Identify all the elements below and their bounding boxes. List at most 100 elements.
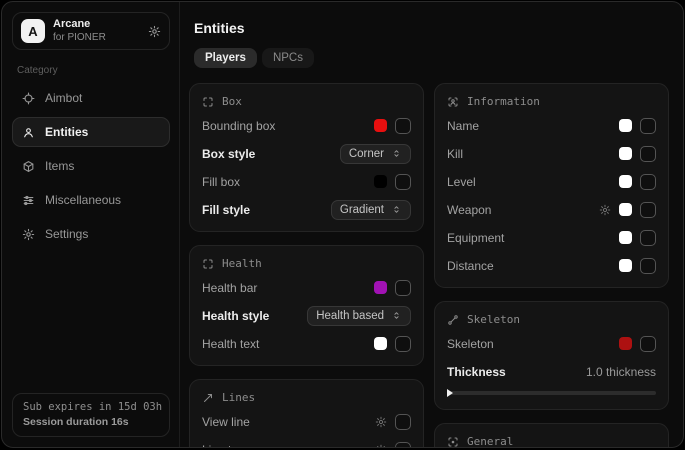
row-label: Line to enemy — [202, 443, 277, 449]
session-duration-text: Session duration 16s — [23, 416, 159, 428]
card-general: GeneralVisibility checkMax distance500m — [434, 423, 669, 448]
row-label: Fill style — [202, 203, 250, 217]
app-logo: A — [21, 19, 45, 43]
sidebar-item-label: Miscellaneous — [45, 193, 121, 207]
brand-card: A Arcane for PIONER — [12, 12, 170, 50]
sliders-icon — [22, 194, 35, 207]
row-level: Level — [447, 171, 656, 192]
card-lines: Lines View line Line to enemy — [189, 379, 424, 448]
color-swatch[interactable] — [374, 281, 387, 294]
card-title: General — [467, 435, 513, 448]
checkbox[interactable] — [395, 414, 411, 430]
card-header: Skeleton — [447, 313, 656, 326]
color-swatch[interactable] — [619, 175, 632, 188]
dropdown-value: Corner — [349, 148, 384, 160]
dropdown-value: Health based — [316, 310, 384, 322]
sidebar-item-settings[interactable]: Settings — [12, 219, 170, 249]
checkbox[interactable] — [640, 174, 656, 190]
entity-icon — [22, 126, 35, 139]
checkbox[interactable] — [640, 118, 656, 134]
checkbox[interactable] — [640, 146, 656, 162]
sidebar-item-label: Items — [45, 159, 74, 173]
row-kill: Kill — [447, 143, 656, 164]
row-label: Equipment — [447, 231, 504, 245]
sidebar-item-items[interactable]: Items — [12, 151, 170, 181]
row-label: Thickness — [447, 365, 506, 379]
checkbox[interactable] — [395, 118, 411, 134]
gear-icon[interactable] — [375, 416, 387, 428]
card-title: Skeleton — [467, 313, 520, 326]
card-header: General — [447, 435, 656, 448]
color-swatch[interactable] — [374, 337, 387, 350]
row-label: Distance — [447, 259, 494, 273]
row-view-line: View line — [202, 411, 411, 432]
row-distance: Distance — [447, 255, 656, 276]
checkbox[interactable] — [640, 336, 656, 352]
checkbox[interactable] — [640, 202, 656, 218]
dropdown-fill-style[interactable]: Gradient — [331, 200, 411, 220]
color-swatch[interactable] — [619, 259, 632, 272]
dropdown-health-style[interactable]: Health based — [307, 306, 411, 326]
color-swatch[interactable] — [619, 147, 632, 160]
sidebar: A Arcane for PIONER Category Aimbot Entit… — [2, 2, 180, 447]
sidebar-item-label: Entities — [45, 125, 88, 139]
sidebar-item-aimbot[interactable]: Aimbot — [12, 83, 170, 113]
card-title: Health — [222, 257, 262, 270]
crosshair-icon — [22, 92, 35, 105]
sidebar-item-label: Aimbot — [45, 91, 82, 105]
row-label: Fill box — [202, 175, 240, 189]
category-label: Category — [17, 65, 166, 76]
card-box: BoxBounding boxBox styleCornerFill boxFi… — [189, 83, 424, 232]
subscription-card: Sub expires in 15d 03h Session duration … — [12, 393, 170, 437]
card-header: Lines — [202, 391, 411, 404]
diagonal-line-icon — [202, 392, 214, 404]
gear-icon — [22, 228, 35, 241]
checkbox[interactable] — [395, 336, 411, 352]
dropdown-value: Gradient — [340, 204, 384, 216]
gear-icon[interactable] — [148, 25, 161, 38]
row-health-style: Health style Health based — [202, 305, 411, 326]
chevrons-updown-icon — [391, 310, 402, 321]
row-label: Health style — [202, 309, 269, 323]
color-swatch[interactable] — [619, 203, 632, 216]
sidebar-item-miscellaneous[interactable]: Miscellaneous — [12, 185, 170, 215]
column-left: BoxBounding boxBox styleCornerFill boxFi… — [189, 83, 424, 447]
bone-icon — [447, 314, 459, 326]
brand-name: Arcane — [53, 18, 106, 32]
row-bounding-box: Bounding box — [202, 115, 411, 136]
checkbox[interactable] — [640, 258, 656, 274]
checkbox[interactable] — [395, 280, 411, 296]
gear-icon[interactable] — [599, 204, 611, 216]
row-name: Name — [447, 115, 656, 136]
slider-thickness[interactable] — [447, 391, 656, 395]
checkbox[interactable] — [640, 230, 656, 246]
color-swatch[interactable] — [619, 119, 632, 132]
page-title: Entities — [194, 20, 669, 36]
focus-icon — [447, 436, 459, 448]
chevrons-updown-icon — [391, 148, 402, 159]
card-information: InformationNameKillLevelWeaponEquipmentD… — [434, 83, 669, 288]
sub-expiry-text: Sub expires in 15d 03h — [23, 401, 159, 413]
checkbox[interactable] — [395, 442, 411, 449]
row-label: Level — [447, 175, 476, 189]
row-label: Name — [447, 119, 479, 133]
card-title: Box — [222, 95, 242, 108]
tab-npcs[interactable]: NPCs — [262, 48, 314, 68]
card-header: Box — [202, 95, 411, 108]
color-swatch[interactable] — [619, 231, 632, 244]
color-swatch[interactable] — [374, 175, 387, 188]
card-skeleton: SkeletonSkeletonThickness1.0 thickness — [434, 301, 669, 410]
slider-handle[interactable] — [447, 389, 453, 397]
gear-icon[interactable] — [375, 444, 387, 449]
app-window: A Arcane for PIONER Category Aimbot Entit… — [1, 1, 684, 448]
corner-brackets-icon — [202, 258, 214, 270]
row-skeleton: Skeleton — [447, 333, 656, 354]
card-header: Health — [202, 257, 411, 270]
checkbox[interactable] — [395, 174, 411, 190]
color-swatch[interactable] — [619, 337, 632, 350]
dropdown-box-style[interactable]: Corner — [340, 144, 411, 164]
color-swatch[interactable] — [374, 119, 387, 132]
tab-players[interactable]: Players — [194, 48, 257, 68]
row-label: Health bar — [202, 281, 257, 295]
sidebar-item-entities[interactable]: Entities — [12, 117, 170, 147]
